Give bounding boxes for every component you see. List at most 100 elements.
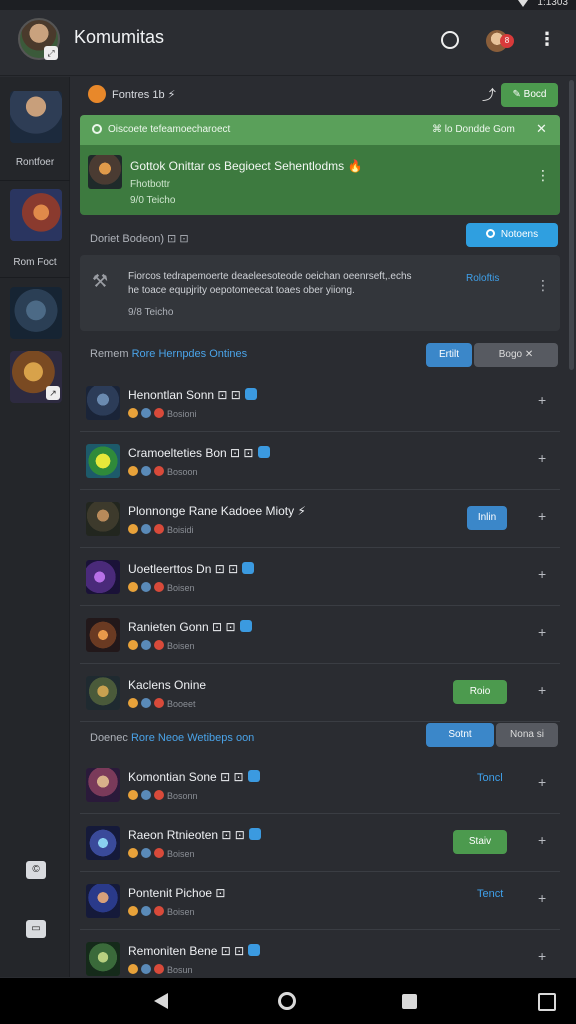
- item-action-button[interactable]: Inlin: [467, 506, 507, 530]
- info-icon: [92, 124, 102, 134]
- screenshot-icon[interactable]: [538, 993, 556, 1011]
- reaction-icon: [154, 408, 164, 418]
- more-vert-icon[interactable]: ⋮: [536, 167, 550, 184]
- item-link[interactable]: Tenct: [477, 888, 503, 900]
- item-name: Plonnonge Rane Kadoee Mioty ⚡: [128, 504, 306, 518]
- item-meta-text: Bosoon: [167, 467, 198, 477]
- sort-button[interactable]: Sotnt: [426, 723, 494, 747]
- status-bar: 1:1303: [0, 0, 576, 10]
- sidebar-item-1[interactable]: [10, 91, 62, 143]
- list-item[interactable]: Raeon Rtnieoten ⊡ ⊡ Boisen Staiv +: [80, 815, 560, 872]
- reaction-icon: [128, 906, 138, 916]
- item-name-text: Henontlan Sonn ⊡ ⊡: [128, 388, 241, 402]
- reaction-icon: [154, 906, 164, 916]
- add-icon[interactable]: +: [538, 392, 546, 408]
- notes-button[interactable]: Notoens: [466, 223, 558, 247]
- edit-icon: ↗: [46, 386, 60, 400]
- reaction-icon: [154, 848, 164, 858]
- reaction-icon: [154, 964, 164, 974]
- info-card[interactable]: ⚒ Fiorcos tedrapemoerte deaeleesoteode o…: [80, 255, 560, 331]
- divider: [0, 277, 70, 278]
- share-icon[interactable]: ⤴: [482, 85, 496, 105]
- scrollbar[interactable]: [569, 80, 574, 370]
- item-action-button[interactable]: Roio: [453, 680, 507, 704]
- add-icon[interactable]: +: [538, 890, 546, 906]
- edit-button[interactable]: Ertilt: [426, 343, 472, 367]
- sidebar-item-3[interactable]: [10, 287, 62, 339]
- sidebar-item-2[interactable]: [10, 189, 62, 241]
- reaction-icon: [128, 466, 138, 476]
- item-thumbnail: [86, 618, 120, 652]
- divider: [0, 180, 70, 181]
- item-meta: Boisen: [128, 906, 195, 917]
- item-meta: Bosoon: [128, 466, 198, 477]
- notification-badge: 8: [500, 34, 514, 48]
- notes-button-label: Notoens: [500, 229, 539, 240]
- add-icon[interactable]: +: [538, 508, 546, 524]
- list-item[interactable]: Henontlan Sonn ⊡ ⊡ Bosioni +: [80, 375, 560, 432]
- page-title: Komumitas: [74, 27, 165, 47]
- more-vert-icon[interactable]: ⋮: [536, 28, 558, 50]
- recents-icon[interactable]: [402, 994, 417, 1009]
- verified-icon: [248, 828, 261, 840]
- item-meta-text: Boisen: [167, 583, 195, 593]
- reaction-icon: [141, 640, 151, 650]
- reaction-icon: [128, 582, 138, 592]
- item-name-text: Ranieten Gonn ⊡ ⊡: [128, 620, 236, 634]
- filter-button[interactable]: Bogo ✕: [474, 343, 558, 367]
- window-icon[interactable]: ▭: [26, 920, 46, 938]
- item-thumbnail: [86, 444, 120, 478]
- home-icon[interactable]: [278, 992, 296, 1010]
- item-meta-text: Booeet: [167, 699, 196, 709]
- notification-bar: Oiscoete tefeamoecharoect ⌘ lo Dondde Go…: [80, 115, 560, 145]
- list-item[interactable]: Cramoelteties Bon ⊡ ⊡ Bosoon +: [80, 433, 560, 490]
- item-meta-text: Boisidi: [167, 525, 194, 535]
- list-item[interactable]: Ranieten Gonn ⊡ ⊡ Boisen +: [80, 607, 560, 664]
- list-item[interactable]: Komontian Sone ⊡ ⊡ Bosonn Toncl +: [80, 757, 560, 814]
- add-icon[interactable]: +: [538, 774, 546, 790]
- list-item[interactable]: Kaclens Onine Booeet Roio +: [80, 665, 560, 722]
- reaction-icon: [128, 640, 138, 650]
- info-link[interactable]: Roloftis: [466, 273, 499, 284]
- name-filter-button[interactable]: Nona si: [496, 723, 558, 747]
- item-name-text: Uoetleerttos Dn ⊡ ⊡: [128, 562, 239, 576]
- add-icon[interactable]: +: [538, 624, 546, 640]
- verified-icon: [244, 388, 257, 400]
- add-icon[interactable]: +: [538, 682, 546, 698]
- list-item[interactable]: Plonnonge Rane Kadoee Mioty ⚡ Boisidi Inli…: [80, 491, 560, 548]
- post-meta: 9/0 Teicho: [130, 195, 176, 206]
- item-meta-text: Boisen: [167, 849, 195, 859]
- settings-icon[interactable]: ©: [26, 861, 46, 879]
- more-vert-icon[interactable]: ⋮: [536, 277, 550, 294]
- list-item[interactable]: Pontenit Pichoe ⊡ Boisen Tenct +: [80, 873, 560, 930]
- item-meta: Booeet: [128, 698, 196, 709]
- item-link[interactable]: Toncl: [477, 772, 503, 784]
- section-title: Remem Rore Hernpdes Ontines: [90, 348, 248, 360]
- add-icon[interactable]: +: [538, 832, 546, 848]
- main-content: Fontres 1b ⚡ ⤴ ✎ Bocd Oiscoete tefeamoec…: [80, 77, 560, 988]
- reaction-icon: [154, 466, 164, 476]
- featured-post[interactable]: Gottok Onittar os Begioect Sehentlodms 🔥…: [80, 145, 560, 215]
- item-action-button[interactable]: Staiv: [453, 830, 507, 854]
- item-name-text: Raeon Rtnieoten ⊡ ⊡: [128, 828, 245, 842]
- section-header: Doriet Bodeon) ⊡ ⊡ Notoens: [80, 223, 560, 253]
- circle-icon: [485, 229, 495, 238]
- verified-icon: [248, 944, 261, 956]
- list-item[interactable]: Uoetleerttos Dn ⊡ ⊡ Boisen +: [80, 549, 560, 606]
- signal-icon: [518, 0, 528, 7]
- chat-bubble-icon[interactable]: [438, 28, 460, 50]
- reaction-icon: [128, 848, 138, 858]
- add-icon[interactable]: +: [538, 566, 546, 582]
- item-name: Henontlan Sonn ⊡ ⊡: [128, 388, 257, 402]
- verified-icon: [247, 770, 260, 782]
- post-title: Gottok Onittar os Begioect Sehentlodms 🔥: [130, 159, 363, 173]
- add-icon[interactable]: +: [538, 450, 546, 466]
- reaction-icon: [154, 582, 164, 592]
- notification-link[interactable]: ⌘ lo Dondde Gom: [432, 124, 515, 135]
- info-text: Fiorcos tedrapemoerte deaeleesoteode oei…: [128, 271, 412, 282]
- add-button[interactable]: ✎ Bocd: [501, 83, 558, 107]
- add-icon[interactable]: +: [538, 948, 546, 964]
- close-icon[interactable]: ✕: [536, 121, 547, 137]
- reaction-icon: [141, 698, 151, 708]
- back-icon[interactable]: [154, 993, 168, 1009]
